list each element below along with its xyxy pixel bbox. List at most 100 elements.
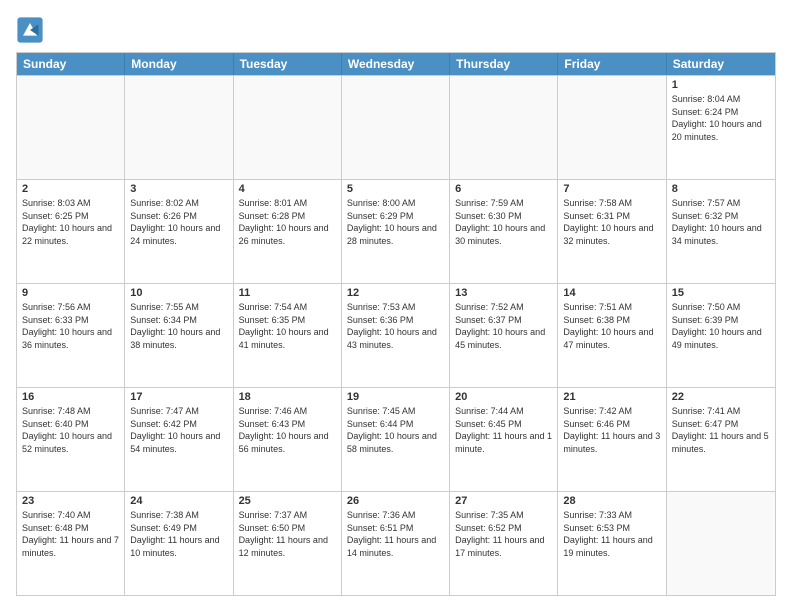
day-info: Sunrise: 7:35 AM Sunset: 6:52 PM Dayligh… (455, 509, 552, 559)
day-number: 10 (130, 287, 227, 299)
day-info: Sunrise: 7:48 AM Sunset: 6:40 PM Dayligh… (22, 405, 119, 455)
day-info: Sunrise: 8:04 AM Sunset: 6:24 PM Dayligh… (672, 93, 770, 143)
day-cell-21: 21 Sunrise: 7:42 AM Sunset: 6:46 PM Dayli… (558, 388, 666, 491)
week-row-2: 2Sunrise: 8:03 AM Sunset: 6:25 PM Daylig… (17, 179, 775, 283)
empty-cell (450, 76, 558, 179)
empty-cell (342, 76, 450, 179)
header-day-tuesday: Tuesday (234, 53, 342, 75)
day-cell-9: 9 Sunrise: 7:56 AM Sunset: 6:33 PM Daylig… (17, 284, 125, 387)
day-number: 4 (239, 183, 336, 195)
day-cell-2: 2Sunrise: 8:03 AM Sunset: 6:25 PM Daylig… (17, 180, 125, 283)
day-cell-24: 24 Sunrise: 7:38 AM Sunset: 6:49 PM Dayli… (125, 492, 233, 595)
day-number: 6 (455, 183, 552, 195)
header-day-friday: Friday (558, 53, 666, 75)
day-cell-3: 3Sunrise: 8:02 AM Sunset: 6:26 PM Daylig… (125, 180, 233, 283)
day-cell-16: 16 Sunrise: 7:48 AM Sunset: 6:40 PM Dayli… (17, 388, 125, 491)
header-day-monday: Monday (125, 53, 233, 75)
day-cell-8: 8 Sunrise: 7:57 AM Sunset: 6:32 PM Daylig… (667, 180, 775, 283)
day-info: Sunrise: 7:33 AM Sunset: 6:53 PM Dayligh… (563, 509, 660, 559)
day-cell-26: 26 Sunrise: 7:36 AM Sunset: 6:51 PM Dayli… (342, 492, 450, 595)
day-info: Sunrise: 7:46 AM Sunset: 6:43 PM Dayligh… (239, 405, 336, 455)
day-cell-14: 14Sunrise: 7:51 AM Sunset: 6:38 PM Dayli… (558, 284, 666, 387)
day-cell-4: 4Sunrise: 8:01 AM Sunset: 6:28 PM Daylig… (234, 180, 342, 283)
day-cell-17: 17 Sunrise: 7:47 AM Sunset: 6:42 PM Dayli… (125, 388, 233, 491)
day-cell-23: 23 Sunrise: 7:40 AM Sunset: 6:48 PM Dayli… (17, 492, 125, 595)
day-number: 16 (22, 391, 119, 403)
day-number: 19 (347, 391, 444, 403)
empty-cell (17, 76, 125, 179)
day-info: Sunrise: 8:02 AM Sunset: 6:26 PM Dayligh… (130, 197, 227, 247)
day-info: Sunrise: 8:00 AM Sunset: 6:29 PM Dayligh… (347, 197, 444, 247)
day-number: 21 (563, 391, 660, 403)
day-number: 11 (239, 287, 336, 299)
day-number: 7 (563, 183, 660, 195)
day-info: Sunrise: 7:36 AM Sunset: 6:51 PM Dayligh… (347, 509, 444, 559)
day-cell-22: 22 Sunrise: 7:41 AM Sunset: 6:47 PM Dayli… (667, 388, 775, 491)
day-info: Sunrise: 7:53 AM Sunset: 6:36 PM Dayligh… (347, 301, 444, 351)
day-info: Sunrise: 7:51 AM Sunset: 6:38 PM Dayligh… (563, 301, 660, 351)
day-number: 12 (347, 287, 444, 299)
day-number: 24 (130, 495, 227, 507)
day-cell-18: 18 Sunrise: 7:46 AM Sunset: 6:43 PM Dayli… (234, 388, 342, 491)
week-row-5: 23 Sunrise: 7:40 AM Sunset: 6:48 PM Dayli… (17, 491, 775, 595)
day-cell-19: 19 Sunrise: 7:45 AM Sunset: 6:44 PM Dayli… (342, 388, 450, 491)
day-number: 23 (22, 495, 119, 507)
empty-cell (125, 76, 233, 179)
logo (16, 16, 48, 44)
header-day-thursday: Thursday (450, 53, 558, 75)
day-info: Sunrise: 7:37 AM Sunset: 6:50 PM Dayligh… (239, 509, 336, 559)
calendar-body: 1 Sunrise: 8:04 AM Sunset: 6:24 PM Daylig… (17, 75, 775, 595)
week-row-1: 1 Sunrise: 8:04 AM Sunset: 6:24 PM Daylig… (17, 75, 775, 179)
header-day-wednesday: Wednesday (342, 53, 450, 75)
week-row-4: 16 Sunrise: 7:48 AM Sunset: 6:40 PM Dayli… (17, 387, 775, 491)
day-number: 15 (672, 287, 770, 299)
empty-cell (667, 492, 775, 595)
day-cell-20: 20Sunrise: 7:44 AM Sunset: 6:45 PM Dayli… (450, 388, 558, 491)
day-cell-12: 12 Sunrise: 7:53 AM Sunset: 6:36 PM Dayli… (342, 284, 450, 387)
day-number: 17 (130, 391, 227, 403)
day-cell-7: 7Sunrise: 7:58 AM Sunset: 6:31 PM Daylig… (558, 180, 666, 283)
day-number: 5 (347, 183, 444, 195)
day-info: Sunrise: 7:50 AM Sunset: 6:39 PM Dayligh… (672, 301, 770, 351)
day-number: 1 (672, 79, 770, 91)
day-info: Sunrise: 7:38 AM Sunset: 6:49 PM Dayligh… (130, 509, 227, 559)
empty-cell (234, 76, 342, 179)
day-number: 27 (455, 495, 552, 507)
day-number: 26 (347, 495, 444, 507)
day-number: 28 (563, 495, 660, 507)
day-number: 20 (455, 391, 552, 403)
day-cell-11: 11 Sunrise: 7:54 AM Sunset: 6:35 PM Dayli… (234, 284, 342, 387)
header-day-sunday: Sunday (17, 53, 125, 75)
header (16, 16, 776, 44)
page: SundayMondayTuesdayWednesdayThursdayFrid… (0, 0, 792, 612)
day-info: Sunrise: 7:54 AM Sunset: 6:35 PM Dayligh… (239, 301, 336, 351)
day-number: 18 (239, 391, 336, 403)
day-cell-10: 10Sunrise: 7:55 AM Sunset: 6:34 PM Dayli… (125, 284, 233, 387)
day-cell-13: 13 Sunrise: 7:52 AM Sunset: 6:37 PM Dayli… (450, 284, 558, 387)
day-info: Sunrise: 7:41 AM Sunset: 6:47 PM Dayligh… (672, 405, 770, 455)
header-day-saturday: Saturday (667, 53, 775, 75)
day-cell-25: 25Sunrise: 7:37 AM Sunset: 6:50 PM Dayli… (234, 492, 342, 595)
day-info: Sunrise: 7:59 AM Sunset: 6:30 PM Dayligh… (455, 197, 552, 247)
day-info: Sunrise: 7:45 AM Sunset: 6:44 PM Dayligh… (347, 405, 444, 455)
day-info: Sunrise: 7:42 AM Sunset: 6:46 PM Dayligh… (563, 405, 660, 455)
day-cell-15: 15 Sunrise: 7:50 AM Sunset: 6:39 PM Dayli… (667, 284, 775, 387)
empty-cell (558, 76, 666, 179)
day-number: 22 (672, 391, 770, 403)
day-info: Sunrise: 7:56 AM Sunset: 6:33 PM Dayligh… (22, 301, 119, 351)
day-info: Sunrise: 7:47 AM Sunset: 6:42 PM Dayligh… (130, 405, 227, 455)
day-cell-1: 1 Sunrise: 8:04 AM Sunset: 6:24 PM Daylig… (667, 76, 775, 179)
week-row-3: 9 Sunrise: 7:56 AM Sunset: 6:33 PM Daylig… (17, 283, 775, 387)
day-cell-27: 27 Sunrise: 7:35 AM Sunset: 6:52 PM Dayli… (450, 492, 558, 595)
day-info: Sunrise: 7:57 AM Sunset: 6:32 PM Dayligh… (672, 197, 770, 247)
day-info: Sunrise: 8:03 AM Sunset: 6:25 PM Dayligh… (22, 197, 119, 247)
day-cell-5: 5 Sunrise: 8:00 AM Sunset: 6:29 PM Daylig… (342, 180, 450, 283)
day-info: Sunrise: 7:40 AM Sunset: 6:48 PM Dayligh… (22, 509, 119, 559)
day-number: 8 (672, 183, 770, 195)
day-number: 9 (22, 287, 119, 299)
calendar: SundayMondayTuesdayWednesdayThursdayFrid… (16, 52, 776, 596)
day-cell-6: 6 Sunrise: 7:59 AM Sunset: 6:30 PM Daylig… (450, 180, 558, 283)
day-cell-28: 28 Sunrise: 7:33 AM Sunset: 6:53 PM Dayli… (558, 492, 666, 595)
day-info: Sunrise: 7:52 AM Sunset: 6:37 PM Dayligh… (455, 301, 552, 351)
day-number: 13 (455, 287, 552, 299)
